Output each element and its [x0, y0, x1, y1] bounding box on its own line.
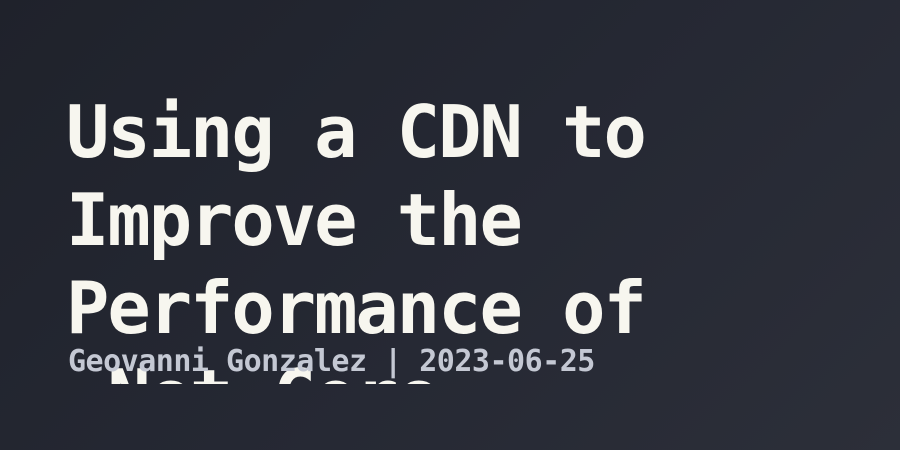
- meta-separator: |: [384, 344, 402, 379]
- post-title: Using a CDN to Improve the Performance o…: [66, 90, 647, 384]
- post-date: 2023-06-25: [419, 344, 595, 379]
- post-meta: Geovanni Gonzalez | 2023-06-25: [68, 343, 595, 381]
- post-author: Geovanni Gonzalez: [68, 344, 367, 379]
- title-container: Using a CDN to Improve the Performance o…: [66, 88, 866, 384]
- social-card: Using a CDN to Improve the Performance o…: [0, 0, 900, 450]
